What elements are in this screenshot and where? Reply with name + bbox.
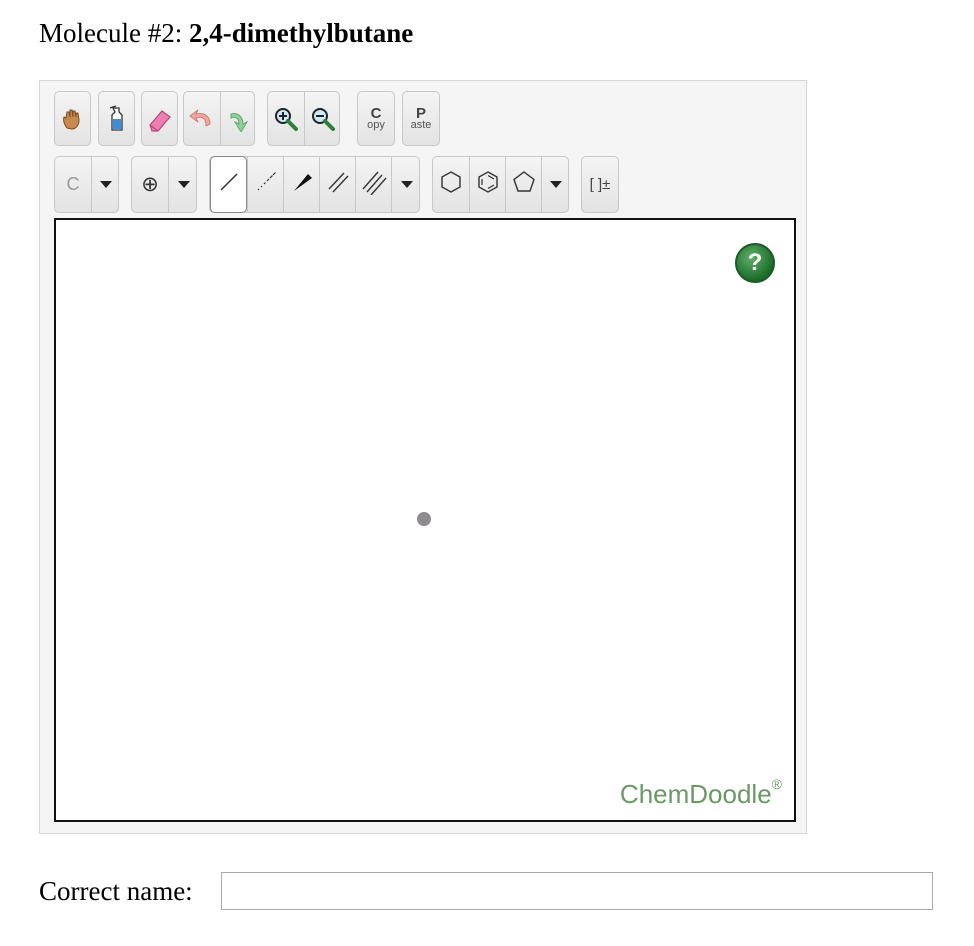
molecule-name: 2,4-dimethylbutane bbox=[188, 18, 414, 48]
single-bond-button[interactable] bbox=[210, 156, 247, 213]
charge-bracket-button[interactable]: [ ]± bbox=[581, 156, 619, 213]
redo-button[interactable] bbox=[220, 92, 256, 145]
question-mark-icon: ? bbox=[747, 249, 763, 276]
question-prefix: Molecule #2: bbox=[39, 18, 189, 48]
copy-big-letter: C bbox=[370, 104, 382, 122]
undo-arrow-icon bbox=[184, 92, 220, 145]
pentagon-ring-icon bbox=[512, 170, 536, 199]
lasso-button[interactable] bbox=[98, 91, 135, 146]
charge-dropdown-button[interactable] bbox=[168, 157, 198, 212]
atom-dropdown-button[interactable] bbox=[91, 157, 120, 212]
hexagon-ring-icon bbox=[439, 170, 463, 199]
chevron-down-icon bbox=[400, 176, 413, 194]
zoom-out-icon bbox=[305, 92, 341, 145]
bracket-charge-icon: [ ]± bbox=[589, 176, 611, 193]
eraser-icon bbox=[142, 92, 177, 145]
paste-big-letter: P bbox=[415, 104, 426, 122]
undo-redo-group bbox=[183, 91, 255, 146]
double-bond-button[interactable] bbox=[319, 157, 355, 212]
ring-dropdown-button[interactable] bbox=[541, 157, 570, 212]
charge-button[interactable]: ⊕ bbox=[132, 157, 168, 212]
atom-label-button[interactable]: C bbox=[55, 157, 91, 212]
chemdoodle-logo: ChemDoodle® bbox=[619, 776, 782, 810]
copy-small-text: opy bbox=[367, 118, 385, 131]
bond-dropdown-button[interactable] bbox=[391, 157, 421, 212]
answer-input[interactable] bbox=[221, 872, 933, 910]
paste-icon: P aste bbox=[403, 92, 439, 145]
copy-button[interactable]: C opy bbox=[357, 91, 395, 146]
cyclopentane-button[interactable] bbox=[505, 157, 541, 212]
paste-small-text: aste bbox=[410, 118, 432, 131]
copy-icon: C opy bbox=[358, 92, 394, 145]
double-bond-icon bbox=[326, 170, 350, 199]
drawing-canvas[interactable]: ? ChemDoodle® bbox=[54, 218, 796, 822]
chevron-down-icon bbox=[100, 176, 112, 194]
ring-group bbox=[432, 156, 569, 213]
eraser-button[interactable] bbox=[141, 91, 178, 146]
triple-bond-icon bbox=[361, 169, 387, 200]
pan-button[interactable] bbox=[54, 91, 91, 146]
charge-group: ⊕ bbox=[131, 156, 197, 213]
zoom-in-button[interactable] bbox=[268, 92, 304, 145]
charge-plus-icon: ⊕ bbox=[141, 173, 159, 196]
redo-arrow-icon bbox=[221, 92, 256, 145]
zoom-group bbox=[267, 91, 340, 146]
hand-icon bbox=[55, 92, 90, 145]
chemdoodle-sketcher: C opy P aste C ⊕ []± ? ChemDoodle® bbox=[39, 80, 807, 834]
answer-label: Correct name: bbox=[39, 876, 193, 906]
single-bond-icon bbox=[218, 171, 240, 198]
bond-group bbox=[209, 156, 420, 213]
triple-bond-button[interactable] bbox=[355, 157, 391, 212]
help-button[interactable]: ? bbox=[735, 243, 775, 283]
chevron-down-icon bbox=[177, 176, 190, 194]
undo-button[interactable] bbox=[184, 92, 220, 145]
wedge-bond-button[interactable] bbox=[283, 157, 319, 212]
cyclohexane-button[interactable] bbox=[433, 157, 469, 212]
brand-text: ChemDoodle bbox=[619, 779, 772, 809]
paste-button[interactable]: P aste bbox=[402, 91, 440, 146]
hashed-wedge-icon bbox=[255, 171, 277, 198]
question-heading: Molecule #2: 2,4-dimethylbutane bbox=[39, 14, 413, 52]
solid-wedge-icon bbox=[291, 171, 313, 198]
select-bottle-icon bbox=[99, 92, 134, 145]
zoom-in-icon bbox=[268, 92, 304, 145]
registered-mark: ® bbox=[771, 776, 782, 793]
benzene-button[interactable] bbox=[469, 157, 505, 212]
atom-label-group: C bbox=[54, 156, 119, 213]
chevron-down-icon bbox=[550, 176, 562, 194]
hashed-bond-button[interactable] bbox=[247, 157, 283, 212]
atom-placeholder-dot[interactable] bbox=[417, 512, 431, 526]
carbon-label: C bbox=[66, 174, 80, 194]
benzene-ring-icon bbox=[476, 170, 500, 199]
zoom-out-button[interactable] bbox=[304, 92, 341, 145]
